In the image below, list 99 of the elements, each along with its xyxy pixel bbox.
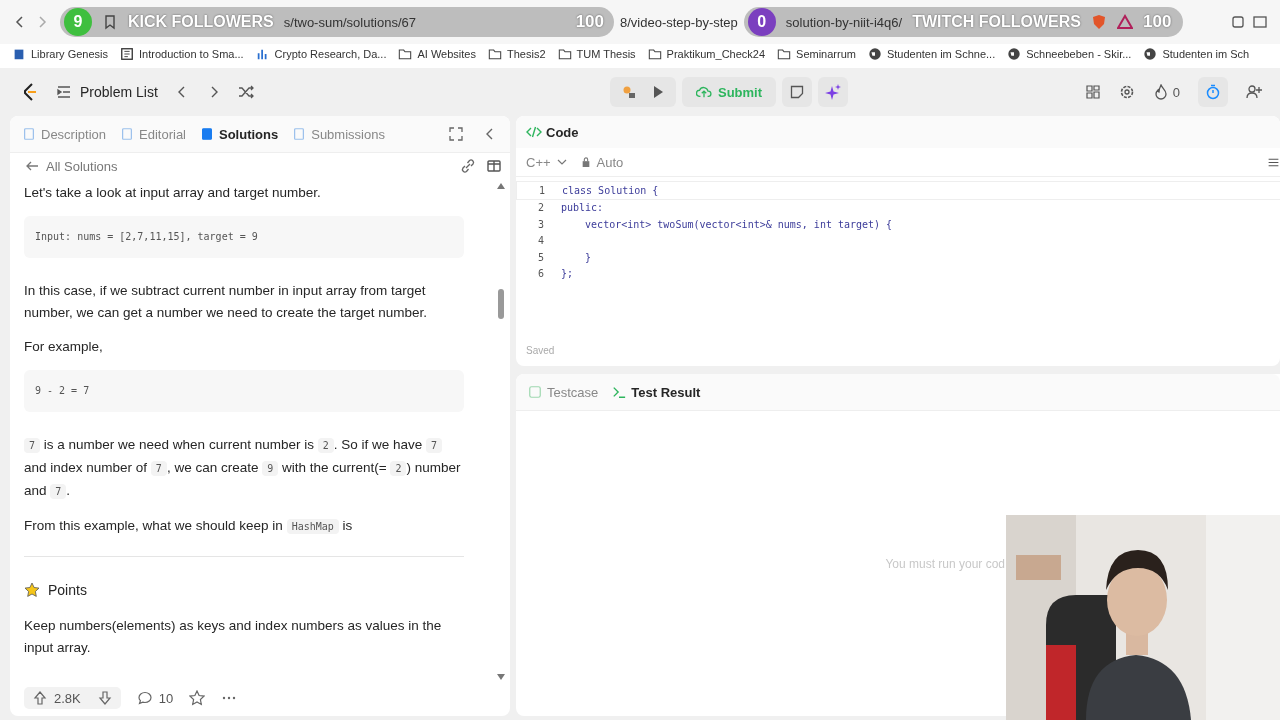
streak-counter[interactable]: 0: [1152, 84, 1180, 100]
add-user-icon[interactable]: [1246, 84, 1262, 100]
list-icon: [56, 84, 72, 100]
url-text: solution-by-niit-i4q6/: [785, 14, 903, 30]
vote-control[interactable]: 2.8K: [24, 687, 121, 709]
tab[interactable]: Test Result: [612, 384, 701, 400]
tab[interactable]: Solutions: [200, 126, 279, 142]
globe-icon: [1143, 47, 1158, 61]
bookmark-icon[interactable]: [102, 14, 118, 30]
sparkle-icon[interactable]: [825, 84, 842, 100]
bookmark-item[interactable]: Praktikum_Check24: [647, 47, 766, 61]
split-view-icon[interactable]: [486, 158, 502, 174]
extensions-icon[interactable]: [1230, 14, 1246, 30]
scroll-up-icon[interactable]: [497, 183, 505, 189]
star-icon[interactable]: [189, 690, 206, 706]
tab[interactable]: Submissions: [292, 126, 385, 142]
tab[interactable]: Testcase: [528, 384, 599, 400]
settings-icon[interactable]: [1118, 84, 1135, 100]
follower-total: 100: [1143, 12, 1172, 32]
paragraph: In this case, if we subtract current number in input array from target number, we can get a number we need to create the target number.: [24, 282, 428, 322]
paragraph: For example,: [24, 338, 104, 356]
code-line: }: [584, 251, 592, 263]
folder-icon: [647, 47, 662, 61]
follower-total: 100: [575, 12, 604, 32]
line-number: 3: [536, 218, 544, 230]
follower-count: 0: [747, 8, 776, 36]
bookmark-item[interactable]: Thesis2: [488, 47, 546, 61]
scroll-down-icon[interactable]: [497, 674, 505, 680]
overlay-label: TWITCH FOLLOWERS: [912, 13, 1081, 31]
comment-icon: [136, 690, 153, 706]
note-icon[interactable]: [789, 84, 806, 100]
problem-list-button[interactable]: Problem List: [56, 84, 158, 100]
paragraph: 7 is a number we need when current number is 2 . So if we have 7 and index number of 7 , we can create 9 with the current(= 2 ) number and 7 .: [24, 436, 462, 501]
link-icon[interactable]: [460, 158, 476, 174]
tab[interactable]: Description: [22, 126, 107, 142]
url-text: 8/video-step-by-step: [620, 14, 738, 30]
overlay-label: KICK FOLLOWERS: [128, 13, 274, 31]
timer-icon[interactable]: [1205, 84, 1221, 100]
paragraph: Keep numbers(elements) as keys and index numbers as values in the input array.: [24, 617, 443, 657]
sidebar-icon[interactable]: [1252, 14, 1268, 30]
panel-title: Code: [546, 124, 579, 140]
code-line: class Solution {: [562, 184, 659, 196]
bar-chart-icon: [255, 47, 270, 61]
folder-icon: [777, 47, 792, 61]
bookmark-item[interactable]: Studenten im Schne...: [867, 47, 996, 61]
language-dropdown[interactable]: C++: [526, 154, 567, 170]
follower-count: 9: [64, 8, 92, 36]
fullscreen-icon[interactable]: [448, 126, 464, 142]
line-number: 1: [537, 184, 545, 196]
bookmark-item[interactable]: Library Genesis: [12, 47, 109, 61]
url-text: s/two-sum/solutions/67: [283, 14, 416, 30]
upvote-icon[interactable]: [32, 690, 48, 706]
downvote-icon[interactable]: [96, 690, 113, 706]
star-icon: [24, 582, 40, 598]
save-status: Saved: [525, 345, 556, 358]
paragraph: From this example, what we should keep in HashMap is: [24, 517, 354, 536]
document-icon: [292, 127, 307, 141]
flame-icon: [1152, 84, 1169, 100]
lock-icon: [580, 157, 591, 167]
bookmark-item[interactable]: Schneebeben - Skir...: [1007, 47, 1132, 61]
line-number: 2: [536, 202, 544, 214]
document-icon: [120, 127, 135, 141]
layout-icon[interactable]: [1084, 84, 1101, 100]
auto-mode-toggle[interactable]: Auto: [580, 154, 624, 170]
line-number: 4: [536, 235, 544, 247]
caret-icon: [556, 157, 567, 167]
code-line: vector<int> twoSum(vector<int>& nums, int target) {: [584, 218, 893, 230]
scrollbar-thumb[interactable]: [498, 289, 504, 319]
code-icon: [526, 124, 542, 140]
bookmark-item[interactable]: AI Websites: [398, 47, 476, 61]
bookmark-item[interactable]: Crypto Research, Da...: [255, 47, 387, 61]
bookmark-item[interactable]: TUM Thesis: [557, 47, 636, 61]
cloud-upload-icon: [696, 84, 712, 100]
code-text: Input: nums = [2,7,11,15], target = 9: [35, 231, 258, 242]
document-icon: [200, 127, 214, 141]
folder-icon: [488, 47, 502, 61]
folder-icon: [557, 47, 572, 61]
book-icon: [12, 47, 26, 61]
code-line: public:: [561, 202, 604, 214]
checkbox-icon: [528, 385, 542, 399]
page-icon: [120, 47, 135, 61]
line-number: 5: [536, 251, 544, 263]
folder-icon: [398, 47, 413, 61]
comments-button[interactable]: 10: [136, 690, 174, 706]
bookmark-item[interactable]: Seminarrum: [777, 47, 856, 61]
document-icon: [22, 127, 36, 141]
shuffle-icon[interactable]: [237, 84, 254, 100]
globe-icon: [867, 47, 882, 61]
triangle-icon[interactable]: [1117, 14, 1133, 30]
paragraph: Let's take a look at input array and target number.: [24, 184, 322, 202]
code-line: };: [561, 268, 574, 280]
section-heading: Points: [48, 581, 87, 600]
all-solutions-link[interactable]: All Solutions: [24, 158, 118, 174]
line-number: 6: [536, 268, 544, 280]
code-text: 9 - 2 = 7: [35, 385, 90, 396]
globe-icon: [1007, 47, 1022, 61]
bookmark-item[interactable]: Introduction to Sma...: [120, 47, 244, 61]
terminal-icon: [612, 385, 627, 399]
bookmark-item[interactable]: Studenten im Sch: [1143, 47, 1250, 61]
